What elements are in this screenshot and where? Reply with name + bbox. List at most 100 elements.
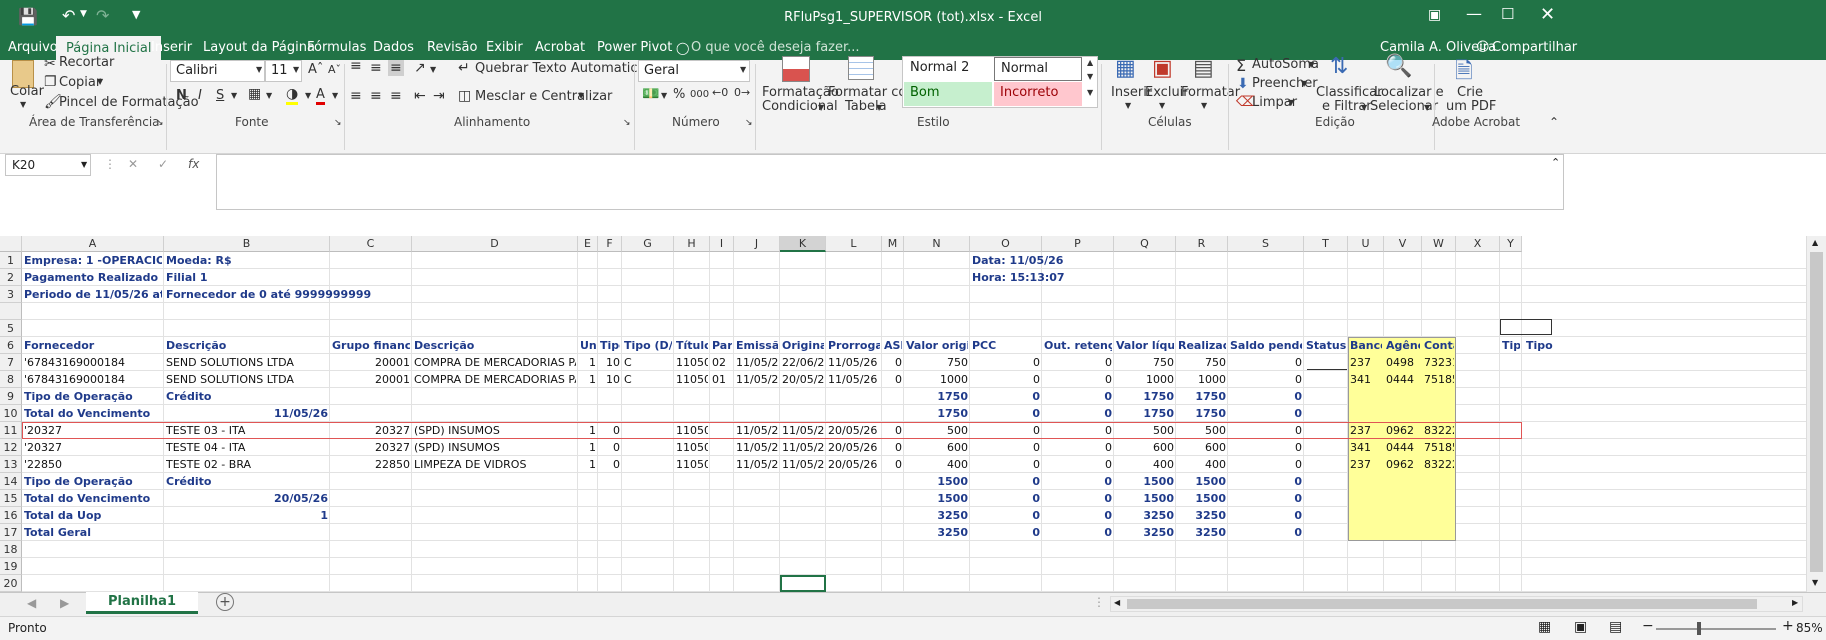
cell-u13[interactable]: 237: [1350, 456, 1382, 473]
paste-dropdown-icon[interactable]: ▼: [20, 100, 26, 109]
decrease-indent-icon[interactable]: ⇤: [414, 88, 426, 104]
cell-p15[interactable]: 0: [1044, 490, 1112, 507]
column-header[interactable]: Y: [1500, 236, 1522, 252]
cell-a9[interactable]: Tipo de Operação: [24, 388, 162, 405]
cell-e7[interactable]: 1: [580, 354, 596, 371]
tab-exibir[interactable]: Exibir: [486, 36, 523, 60]
cell-k8[interactable]: 20/05/26: [782, 371, 824, 388]
column-header[interactable]: T: [1304, 236, 1348, 252]
row-header[interactable]: 17: [0, 524, 22, 541]
cell-s14[interactable]: 0: [1230, 473, 1302, 490]
column-header[interactable]: G: [622, 236, 674, 252]
accounting-dropdown-icon[interactable]: ▼: [661, 91, 667, 100]
cell-k6[interactable]: Original: [782, 337, 824, 354]
column-header[interactable]: U: [1348, 236, 1384, 252]
cell-q9[interactable]: 1750: [1116, 388, 1174, 405]
cell-e8[interactable]: 1: [580, 371, 596, 388]
cell-o2[interactable]: Hora: 15:13:07: [972, 269, 1112, 286]
align-left-icon[interactable]: ≡: [350, 88, 362, 104]
cell-w7[interactable]: 73231: [1424, 354, 1454, 371]
cancel-formula-icon[interactable]: ✕: [128, 157, 138, 171]
cell-b13[interactable]: TESTE 02 - BRA: [166, 456, 328, 473]
cell-f6[interactable]: Tipo: [600, 337, 620, 354]
cell-i7[interactable]: 02: [712, 354, 732, 371]
row-header[interactable]: 20: [0, 575, 22, 592]
cell-f13[interactable]: 0: [600, 456, 620, 473]
create-pdf-button[interactable]: Crie: [1457, 85, 1483, 100]
row-header[interactable]: 8: [0, 371, 22, 388]
cell-u7[interactable]: 237: [1350, 354, 1382, 371]
column-header[interactable]: O: [970, 236, 1042, 252]
style-incorreto[interactable]: Incorreto: [994, 82, 1082, 106]
cell-v13[interactable]: 0962: [1386, 456, 1420, 473]
cell-j13[interactable]: 11/05/26: [736, 456, 778, 473]
cell-n7[interactable]: 750: [906, 354, 968, 371]
orientation-icon[interactable]: ↗: [414, 60, 426, 76]
row-header[interactable]: 16: [0, 507, 22, 524]
cell-p17[interactable]: 0: [1044, 524, 1112, 541]
tab-splitter-icon[interactable]: ⋮: [1093, 595, 1105, 609]
fill-color-icon[interactable]: ◑: [286, 86, 299, 105]
fill-color-dropdown-icon[interactable]: ▼: [305, 91, 311, 100]
cell-y6[interactable]: Tipo: [1502, 337, 1520, 354]
tab-power-pivot[interactable]: Power Pivot: [597, 36, 672, 60]
copy-dropdown-icon[interactable]: ▼: [97, 77, 103, 86]
alignment-launcher-icon[interactable]: ↘: [623, 118, 631, 128]
column-header[interactable]: L: [826, 236, 882, 252]
row-header[interactable]: 19: [0, 558, 22, 575]
cell-p9[interactable]: 0: [1044, 388, 1112, 405]
style-bom[interactable]: Bom: [904, 82, 992, 106]
cell-n12[interactable]: 600: [906, 439, 968, 456]
cell-r6[interactable]: Realizado: [1178, 337, 1226, 354]
column-header[interactable]: X: [1456, 236, 1500, 252]
create-pdf-label2[interactable]: um PDF: [1446, 99, 1496, 114]
cell-e6[interactable]: Un: [580, 337, 596, 354]
paste-button[interactable]: Colar: [10, 84, 44, 99]
collapse-ribbon-icon[interactable]: ⌃: [1549, 115, 1559, 129]
styles-more-icon[interactable]: ▼: [1087, 88, 1093, 97]
cell-w6[interactable]: Conta: [1424, 337, 1454, 354]
cell-n17[interactable]: 3250: [906, 524, 968, 541]
format-dropdown-icon[interactable]: ▼: [1201, 101, 1207, 110]
column-header[interactable]: B: [164, 236, 330, 252]
row-header[interactable]: 2: [0, 269, 22, 286]
underline-dropdown-icon[interactable]: ▼: [231, 91, 237, 100]
thousands-button[interactable]: 000: [690, 89, 709, 100]
cell-u8[interactable]: 341: [1350, 371, 1382, 388]
cell-o12[interactable]: 0: [972, 439, 1040, 456]
cell-s17[interactable]: 0: [1230, 524, 1302, 541]
column-header[interactable]: I: [710, 236, 734, 252]
font-name-dropdown-icon[interactable]: ▼: [256, 65, 262, 74]
zoom-slider-thumb[interactable]: [1697, 622, 1701, 635]
cell-n13[interactable]: 400: [906, 456, 968, 473]
column-header[interactable]: N: [904, 236, 970, 252]
cell-o17[interactable]: 0: [972, 524, 1040, 541]
cell-w8[interactable]: 75185: [1424, 371, 1454, 388]
font-name-select[interactable]: Calibri: [170, 60, 265, 82]
cell-v8[interactable]: 0444: [1386, 371, 1420, 388]
bold-button[interactable]: N: [176, 88, 187, 103]
cell-q17[interactable]: 3250: [1116, 524, 1174, 541]
cell-h6[interactable]: Título: [676, 337, 708, 354]
page-break-view-icon[interactable]: ▤: [1609, 619, 1622, 635]
cell-q15[interactable]: 1500: [1116, 490, 1174, 507]
cell-e13[interactable]: 1: [580, 456, 596, 473]
tab-acrobat[interactable]: Acrobat: [535, 36, 585, 60]
delete-dropdown-icon[interactable]: ▼: [1159, 101, 1165, 110]
cell-r8[interactable]: 1000: [1178, 371, 1226, 388]
name-box-dropdown-icon[interactable]: ▼: [81, 160, 87, 169]
cell-s15[interactable]: 0: [1230, 490, 1302, 507]
column-header[interactable]: P: [1042, 236, 1114, 252]
cell-o10[interactable]: 0: [972, 405, 1040, 422]
cell-o14[interactable]: 0: [972, 473, 1040, 490]
prev-sheet-icon[interactable]: ◀: [27, 596, 36, 610]
row-header[interactable]: [0, 303, 22, 320]
cell-v12[interactable]: 0444: [1386, 439, 1420, 456]
cell-h7[interactable]: 110501: [676, 354, 708, 371]
cell-m7[interactable]: 0: [884, 354, 902, 371]
cell-m13[interactable]: 0: [884, 456, 902, 473]
align-top-icon[interactable]: ≡: [350, 58, 362, 74]
column-header[interactable]: Q: [1114, 236, 1176, 252]
cell-l7[interactable]: 11/05/26: [828, 354, 880, 371]
active-cell-k20[interactable]: [780, 575, 826, 592]
